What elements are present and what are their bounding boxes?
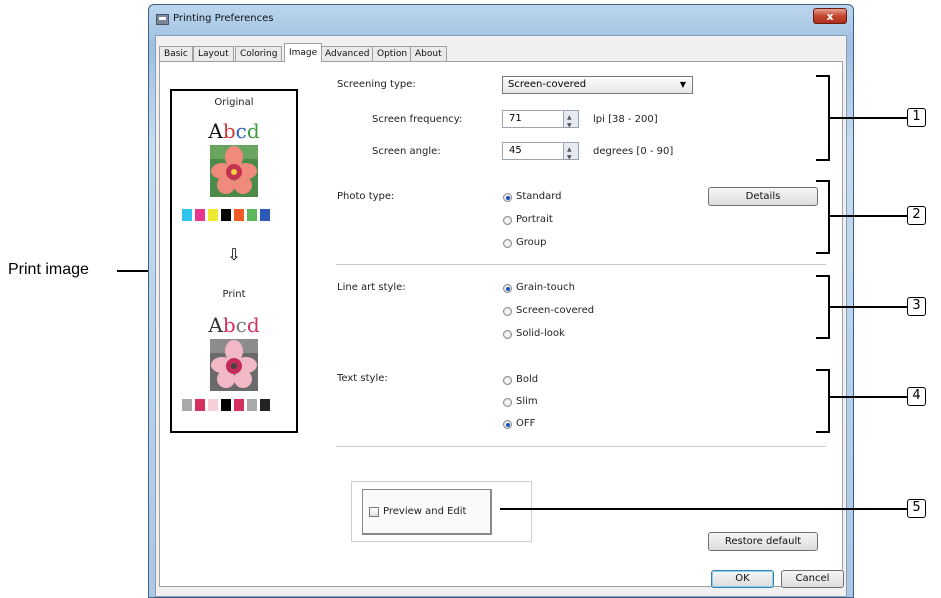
separator <box>336 264 826 265</box>
print-image-preview: Original Abcd ⇩ Print Abcd <box>170 89 298 433</box>
swatch <box>247 209 257 221</box>
callout-line-2 <box>830 215 908 217</box>
ok-button[interactable]: OK <box>711 570 774 588</box>
line-art-style-label: Line art style: <box>337 282 406 293</box>
callout-line-1 <box>830 117 908 119</box>
callout-bracket-3 <box>816 275 830 339</box>
callout-number-4: 4 <box>907 387 926 406</box>
original-label: Original <box>214 97 254 108</box>
tab-advanced[interactable]: Advanced <box>320 46 375 61</box>
callout-line-5 <box>500 508 908 510</box>
line-art-screen-covered-radio[interactable] <box>503 307 512 316</box>
close-button[interactable]: x <box>813 8 847 24</box>
line-art-solid-look-label: Solid-look <box>516 328 565 339</box>
photo-standard-label: Standard <box>516 191 562 202</box>
swatch <box>182 209 192 221</box>
spin-buttons-icon[interactable] <box>563 110 578 134</box>
screening-type-label: Screening type: <box>337 79 416 90</box>
callout-line-4 <box>830 396 908 398</box>
photo-group-radio[interactable] <box>503 239 512 248</box>
swatch <box>260 399 270 411</box>
swatch <box>221 399 231 411</box>
tab-about[interactable]: About <box>410 46 447 61</box>
text-style-off-label: OFF <box>516 418 536 429</box>
text-style-label: Text style: <box>337 373 388 384</box>
restore-default-button[interactable]: Restore default <box>708 532 818 551</box>
callout-bracket-2 <box>816 180 830 254</box>
swatch <box>208 399 218 411</box>
details-button[interactable]: Details <box>708 187 818 206</box>
spin-buttons-icon[interactable] <box>563 142 578 166</box>
callout-number-1: 1 <box>907 108 926 127</box>
dropdown-arrow-icon: ▼ <box>679 80 686 89</box>
photo-type-label: Photo type: <box>337 191 395 202</box>
swatch <box>234 209 244 221</box>
photo-group-label: Group <box>516 237 547 248</box>
photo-portrait-radio[interactable] <box>503 216 512 225</box>
callout-number-3: 3 <box>907 297 926 316</box>
swatch <box>221 209 231 221</box>
separator <box>336 446 826 447</box>
screen-frequency-value: 71 <box>509 113 522 124</box>
screen-frequency-range: lpi [38 - 200] <box>593 114 658 125</box>
callout-line-3 <box>830 306 908 308</box>
printer-icon <box>156 14 169 25</box>
preview-edit-label: Preview and Edit <box>383 506 467 517</box>
callout-number-5: 5 <box>907 499 926 518</box>
preview-edit-checkbox[interactable] <box>369 507 379 517</box>
original-sample-text: Abcd <box>208 119 260 143</box>
tab-layout[interactable]: Layout <box>193 46 234 61</box>
swatch <box>182 399 192 411</box>
screen-frequency-label: Screen frequency: <box>372 114 463 125</box>
screen-angle-label: Screen angle: <box>372 146 441 157</box>
text-style-slim-radio[interactable] <box>503 398 512 407</box>
print-flower-image <box>210 339 258 391</box>
screening-type-value: Screen-covered <box>508 79 587 90</box>
swatch <box>260 209 270 221</box>
swatch <box>208 209 218 221</box>
callout-bracket-4 <box>816 369 830 433</box>
tab-option[interactable]: Option <box>372 46 413 61</box>
print-image-annotation: Print image <box>8 261 89 278</box>
screen-angle-range: degrees [0 - 90] <box>593 146 674 157</box>
photo-portrait-label: Portrait <box>516 214 553 225</box>
tab-image[interactable]: Image <box>284 43 323 62</box>
line-art-grain-touch-label: Grain-touch <box>516 282 575 293</box>
line-art-solid-look-radio[interactable] <box>503 330 512 339</box>
callout-number-2: 2 <box>907 206 926 225</box>
callout-bracket-1 <box>816 75 830 161</box>
swatch <box>234 399 244 411</box>
screen-angle-value: 45 <box>509 145 522 156</box>
cancel-button[interactable]: Cancel <box>781 570 844 588</box>
text-style-off-radio[interactable] <box>503 420 512 429</box>
photo-standard-radio[interactable] <box>503 193 512 202</box>
text-style-slim-label: Slim <box>516 396 538 407</box>
screen-angle-input[interactable]: 45 <box>502 142 579 166</box>
tab-coloring[interactable]: Coloring <box>235 46 283 61</box>
print-label: Print <box>222 289 246 300</box>
line-art-screen-covered-label: Screen-covered <box>516 305 595 316</box>
print-color-swatches <box>182 399 270 411</box>
original-color-swatches <box>182 209 270 221</box>
window-title: Printing Preferences <box>173 13 274 24</box>
text-style-bold-radio[interactable] <box>503 376 512 385</box>
print-sample-text: Abcd <box>208 313 260 337</box>
down-arrow-icon: ⇩ <box>227 245 241 264</box>
tab-basic[interactable]: Basic <box>159 46 193 61</box>
swatch <box>195 399 205 411</box>
screening-type-select[interactable]: Screen-covered ▼ <box>502 76 693 94</box>
line-art-grain-touch-radio[interactable] <box>503 284 512 293</box>
swatch <box>247 399 257 411</box>
text-style-bold-label: Bold <box>516 374 539 385</box>
screen-frequency-input[interactable]: 71 <box>502 110 579 134</box>
swatch <box>195 209 205 221</box>
original-flower-image <box>210 145 258 197</box>
